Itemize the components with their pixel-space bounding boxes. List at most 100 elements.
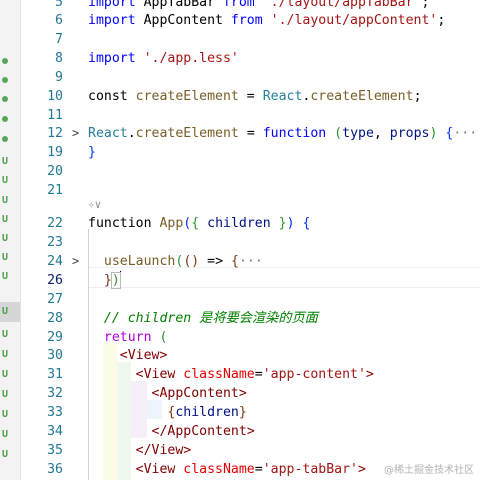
code-token: } <box>278 216 287 231</box>
fold-chevron-icon[interactable]: > <box>72 252 82 271</box>
git-untracked-icon: U <box>2 449 9 460</box>
git-untracked-icon: U <box>2 252 9 263</box>
code-token: <View <box>135 367 184 382</box>
code-line[interactable]: import './app.less' <box>88 49 480 68</box>
fold-chevron-icon[interactable]: > <box>72 124 82 143</box>
git-untracked-icon: U <box>2 369 9 380</box>
code-line[interactable]: {children} <box>88 403 480 422</box>
code-line[interactable]: </AppContent> <box>88 422 480 441</box>
line-number: 26 <box>47 273 63 288</box>
line-number: 23 <box>47 235 63 250</box>
code-token: React <box>88 126 128 141</box>
code-token: > <box>183 443 192 458</box>
line-number: 28 <box>47 311 63 326</box>
line-number: 32 <box>47 386 63 401</box>
code-line[interactable]: <AppContent> <box>88 384 480 403</box>
git-untracked-icon: U <box>2 409 9 420</box>
code-line[interactable]: useLaunch(() => {··· <box>88 252 480 271</box>
code-token: <AppContent <box>151 386 239 401</box>
code-token: ( <box>334 126 343 141</box>
code-line[interactable]: const createElement = React.createElemen… <box>88 87 480 106</box>
git-added-dot <box>2 77 8 83</box>
code-token: children <box>175 405 239 420</box>
code-token: App <box>159 216 184 231</box>
code-token: ; <box>413 89 422 104</box>
code-line[interactable]: </View> <box>88 441 480 460</box>
line-number: 33 <box>47 405 63 420</box>
code-token: ) <box>286 216 295 231</box>
code-line[interactable] <box>88 233 480 252</box>
git-untracked-icon: U <box>2 306 9 317</box>
code-line[interactable] <box>88 181 480 200</box>
code-token: './layout/appContent' <box>270 13 438 28</box>
code-token: 'app-tabBar' <box>262 462 358 477</box>
line-number: 6 <box>55 13 63 28</box>
code-token: { <box>191 216 200 231</box>
code-line[interactable] <box>88 30 480 49</box>
code-line[interactable]: function App({ children }) { <box>88 214 480 233</box>
line-number: 36 <box>47 462 63 477</box>
code-token: AppContent <box>143 13 231 28</box>
code-token: './layout/appTabBar' <box>262 0 422 10</box>
code-line[interactable] <box>88 162 480 181</box>
code-token: createElement <box>135 89 239 104</box>
code-line[interactable]: <View> <box>88 346 480 365</box>
line-number: 12 <box>47 126 63 141</box>
git-added-dot <box>2 58 8 64</box>
code-line[interactable]: } <box>88 143 480 162</box>
activity-bar: U U U U U U U U U U U U U U U <box>0 0 21 480</box>
code-token: import <box>88 51 144 66</box>
code-line[interactable]: React.createElement = function (type, pr… <box>88 124 480 143</box>
line-number: 34 <box>47 424 63 439</box>
line-number: 9 <box>55 70 63 85</box>
code-token: <View <box>119 348 160 363</box>
git-untracked-icon: U <box>2 271 9 282</box>
line-number: 11 <box>47 108 63 123</box>
git-untracked-icon: U <box>2 429 9 440</box>
code-token: } <box>88 145 96 160</box>
code-token: </AppContent <box>151 424 247 439</box>
code-line[interactable] <box>88 290 480 309</box>
code-line[interactable]: <View className='app-content'> <box>88 365 480 384</box>
code-token: > <box>159 348 168 363</box>
line-number: 7 <box>55 32 63 47</box>
code-token: . <box>127 126 136 141</box>
code-token: from <box>230 13 271 28</box>
code-token: return <box>103 330 152 345</box>
code-line[interactable]: import AppContent from './layout/appCont… <box>88 11 480 30</box>
line-number: 21 <box>47 183 63 198</box>
code-token: // children 是将要会渲染的页面 <box>103 311 318 326</box>
code-token: className <box>183 462 255 477</box>
line-number: 22 <box>47 216 63 231</box>
code-line[interactable]: // children 是将要会渲染的页面 <box>88 309 480 328</box>
code-line[interactable]: return ( <box>88 328 480 347</box>
code-line[interactable] <box>88 106 480 125</box>
code-token: = <box>254 462 263 477</box>
code-token: ; <box>421 0 430 10</box>
code-token: import <box>88 13 144 28</box>
line-number: 19 <box>47 145 63 160</box>
code-token: > <box>365 367 374 382</box>
code-token: = <box>238 89 263 104</box>
code-token: createElement <box>135 126 239 141</box>
line-number: 31 <box>47 367 63 382</box>
code-line[interactable] <box>88 68 480 87</box>
line-number: 27 <box>47 292 63 307</box>
code-token: function <box>262 126 335 141</box>
code-token: import <box>88 0 144 10</box>
git-added-dot <box>2 136 8 142</box>
code-line[interactable]: }) <box>88 271 480 290</box>
git-untracked-icon: U <box>2 233 9 244</box>
code-token: </View <box>135 443 184 458</box>
line-number: 35 <box>47 443 63 458</box>
git-untracked-icon: U <box>2 329 9 340</box>
